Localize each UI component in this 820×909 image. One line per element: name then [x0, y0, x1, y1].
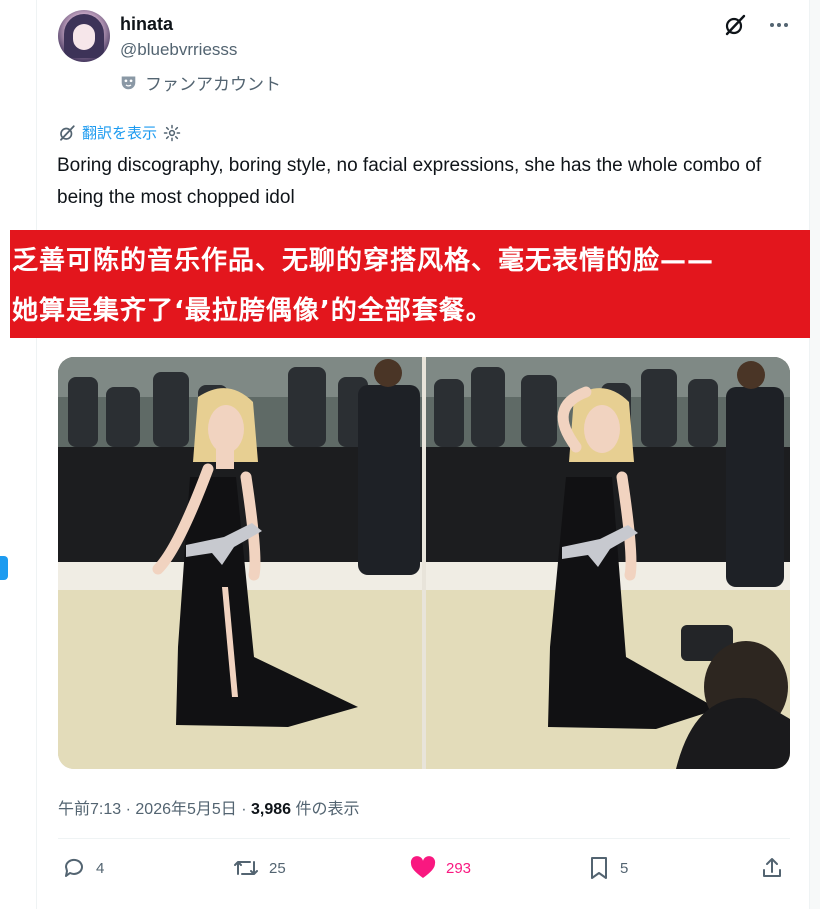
tweet-date[interactable]: 2026年5月5日 — [135, 801, 236, 818]
right-edge-panel — [809, 0, 820, 909]
side-indicator — [0, 556, 8, 580]
account-label-text: ファンアカウント — [145, 75, 281, 94]
media-photo-2[interactable] — [426, 357, 790, 769]
reply-button[interactable]: 4 — [62, 856, 104, 880]
like-count: 293 — [446, 859, 472, 877]
tweet: hinata @bluebvrriesss ファンアカウント 翻訳を表示 Bor… — [40, 0, 810, 909]
bookmark-icon — [591, 857, 607, 879]
tweet-text: Boring discography, boring style, no fac… — [57, 155, 762, 208]
reply-count: 4 — [96, 859, 105, 877]
mask-icon — [121, 76, 136, 90]
like-button[interactable]: 293 — [410, 856, 471, 880]
author-name[interactable]: hinata — [120, 14, 173, 35]
tweet-actions: 4 25 293 5 — [58, 856, 781, 888]
avatar[interactable] — [58, 10, 110, 62]
translate-row: 翻訳を表示 — [58, 122, 181, 143]
share-button[interactable] — [760, 856, 784, 880]
overlay-line-1: 乏善可陈的音乐作品、无聊的穿搭风格、毫无表情的脸—— — [12, 246, 715, 276]
heart-icon — [410, 856, 436, 878]
tweet-meta: 午前7:13 · 2026年5月5日 · 3,986 件の表示 — [58, 795, 360, 819]
bookmark-button[interactable]: 5 — [588, 856, 628, 880]
repost-button[interactable]: 25 — [233, 856, 286, 880]
bookmark-count: 5 — [620, 859, 629, 877]
views-label: 件の表示 — [295, 801, 360, 818]
translate-link[interactable]: 翻訳を表示 — [82, 122, 157, 143]
meta-separator-2: · — [241, 801, 247, 818]
repost-icon — [234, 861, 258, 875]
tweet-top-actions — [722, 12, 792, 38]
translate-icon — [60, 124, 75, 141]
gear-icon[interactable] — [163, 124, 181, 142]
share-icon — [763, 858, 781, 877]
tweet-media[interactable] — [58, 357, 790, 769]
tweet-time[interactable]: 午前7:13 — [58, 801, 121, 818]
grok-icon[interactable] — [722, 12, 748, 38]
overlay-line-2: 她算是集齐了‘最拉胯偶像’的全部套餐。 — [12, 296, 493, 326]
author-handle[interactable]: @bluebvrriesss — [120, 40, 237, 60]
reply-icon — [64, 858, 83, 877]
meta-separator: · — [125, 801, 131, 818]
repost-count: 25 — [269, 859, 286, 877]
more-icon[interactable] — [766, 12, 792, 38]
left-edge-panel — [0, 0, 37, 909]
account-label: ファンアカウント — [120, 70, 281, 95]
media-photo-1[interactable] — [58, 357, 422, 769]
views-count: 3,986 — [251, 801, 292, 818]
chinese-caption-overlay: 乏善可陈的音乐作品、无聊的穿搭风格、毫无表情的脸—— 她算是集齐了‘最拉胯偶像’… — [10, 230, 810, 338]
divider — [58, 838, 790, 839]
